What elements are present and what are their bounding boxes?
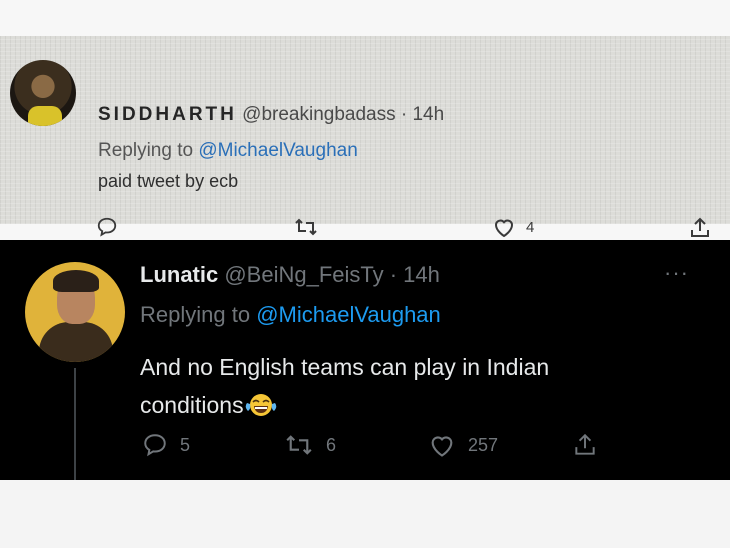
like-button[interactable]: 257 [428,432,498,458]
like-count: 257 [468,434,499,455]
tweet-header: Lunatic @BeiNg_FeisTy · 14h [140,262,440,288]
share-button[interactable] [572,432,598,458]
top-tweet-panel: SIDDHARTH @breakingbadass · 14h Replying… [0,0,730,240]
share-icon [575,433,595,455]
more-options-icon[interactable]: ··· [664,260,689,286]
like-button[interactable]: 4 [492,216,534,238]
reply-button[interactable] [96,216,118,238]
share-button[interactable] [688,216,712,240]
heart-icon [494,219,514,238]
replying-to: Replying to @MichaelVaughan [140,302,441,328]
retweet-button[interactable]: 6 [284,432,336,458]
tweet-text-line-2: conditions [140,386,700,424]
mention-link[interactable]: @MichaelVaughan [256,302,441,327]
retweet-icon [295,218,317,236]
handle-and-time[interactable]: @breakingbadass · 14h [242,104,444,125]
tweet-siddharth[interactable]: SIDDHARTH @breakingbadass · 14h Replying… [0,36,730,238]
replying-label: Replying to [98,140,199,161]
share-icon [691,217,709,237]
reply-button[interactable]: 5 [142,432,190,458]
replying-label: Replying to [140,302,257,327]
tweet-lunatic[interactable]: Lunatic @BeiNg_FeisTy · 14h ··· Replying… [0,240,730,480]
mention-link[interactable]: @MichaelVaughan [198,140,357,161]
avatar[interactable] [10,60,76,126]
like-count: 4 [526,218,535,236]
tweet-text: And no English teams can play in Indian … [140,348,700,424]
tweet-text: paid tweet by ecb [98,171,239,191]
reply-icon [97,217,117,237]
tweet-text-line-1: And no English teams can play in Indian [140,354,550,380]
tweet-text-line-2-text: conditions [140,392,244,418]
face-with-tears-of-joy-icon [244,390,278,416]
avatar-body [39,322,113,362]
page-footer-space [0,480,730,548]
avatar-hair [53,270,99,292]
reply-icon [144,434,166,457]
tweet-header: SIDDHARTH @breakingbadass · 14h [98,104,444,126]
retweet-button[interactable] [294,216,318,238]
handle-and-time[interactable]: @BeiNg_FeisTy · 14h [218,262,440,287]
display-name[interactable]: SIDDHARTH [98,104,237,125]
retweet-icon [286,435,312,455]
heart-icon [431,436,453,457]
reply-count: 5 [180,434,191,455]
retweet-count: 6 [326,434,337,455]
avatar-shirt [28,106,62,126]
display-name[interactable]: Lunatic [140,262,218,287]
tweet-actions: 5 6 257 [0,432,730,466]
avatar[interactable] [25,262,125,362]
replying-to: Replying to @MichaelVaughan [98,140,358,162]
